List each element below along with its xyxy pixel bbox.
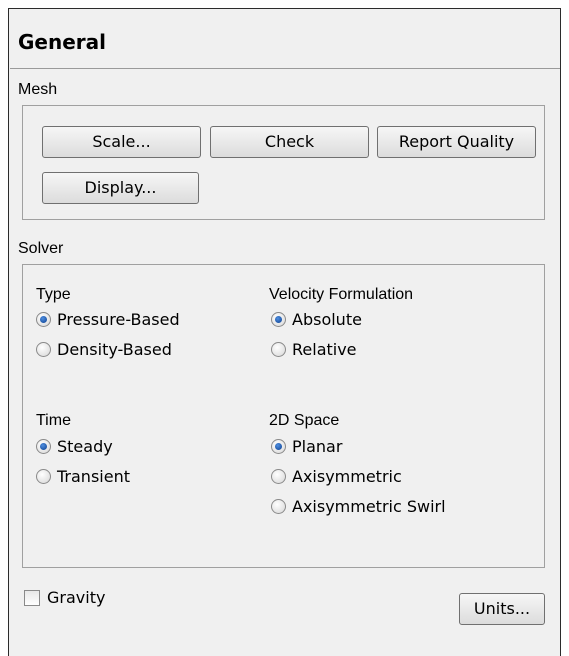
display-button[interactable]: Display... xyxy=(42,172,199,204)
radio-selected-icon xyxy=(36,439,51,454)
type-label: Type xyxy=(36,286,71,303)
radio-selected-icon xyxy=(271,439,286,454)
solver-label: Solver xyxy=(18,240,64,257)
check-button[interactable]: Check xyxy=(210,126,369,158)
radio-unselected-icon xyxy=(271,469,286,484)
panel-title: General xyxy=(18,30,106,54)
title-divider xyxy=(10,68,560,69)
radio-unselected-icon xyxy=(271,499,286,514)
time-label: Time xyxy=(36,412,71,429)
radio-selected-icon xyxy=(36,312,51,327)
radio-relative[interactable]: Relative xyxy=(271,340,357,359)
scale-button[interactable]: Scale... xyxy=(42,126,201,158)
radio-axisymmetric-swirl[interactable]: Axisymmetric Swirl xyxy=(271,497,446,516)
gravity-label: Gravity xyxy=(47,588,106,607)
units-button[interactable]: Units... xyxy=(459,593,545,625)
radio-density-based[interactable]: Density-Based xyxy=(36,340,172,359)
radio-pressure-based[interactable]: Pressure-Based xyxy=(36,310,180,329)
radio-axisymmetric[interactable]: Axisymmetric xyxy=(271,467,402,486)
radio-label: Absolute xyxy=(292,310,362,329)
radio-absolute[interactable]: Absolute xyxy=(271,310,362,329)
radio-label: Steady xyxy=(57,437,113,456)
gravity-checkbox[interactable] xyxy=(24,590,40,606)
radio-label: Axisymmetric Swirl xyxy=(292,497,446,516)
radio-label: Transient xyxy=(57,467,130,486)
radio-selected-icon xyxy=(271,312,286,327)
velocity-formulation-label: Velocity Formulation xyxy=(269,286,414,303)
radio-steady[interactable]: Steady xyxy=(36,437,113,456)
radio-label: Relative xyxy=(292,340,357,359)
radio-unselected-icon xyxy=(271,342,286,357)
radio-label: Pressure-Based xyxy=(57,310,180,329)
report-quality-button[interactable]: Report Quality xyxy=(377,126,536,158)
radio-label: Density-Based xyxy=(57,340,172,359)
radio-transient[interactable]: Transient xyxy=(36,467,130,486)
radio-planar[interactable]: Planar xyxy=(271,437,342,456)
mesh-label: Mesh xyxy=(18,81,58,98)
radio-unselected-icon xyxy=(36,342,51,357)
radio-unselected-icon xyxy=(36,469,51,484)
radio-label: Planar xyxy=(292,437,343,456)
2d-space-label: 2D Space xyxy=(269,412,340,429)
radio-label: Axisymmetric xyxy=(292,467,402,486)
